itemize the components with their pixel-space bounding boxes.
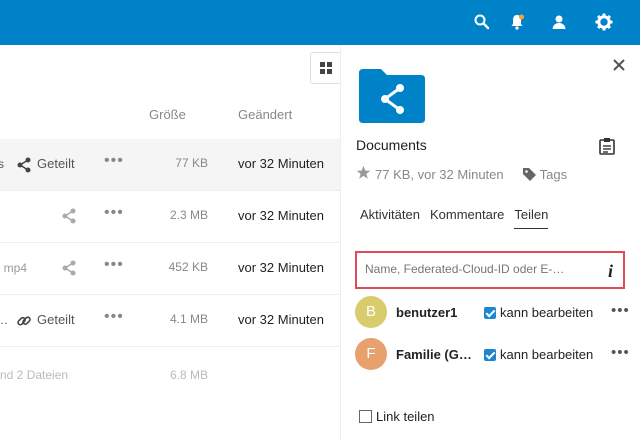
file-name[interactable]: mp4 — [4, 261, 27, 275]
share-more-icon[interactable]: ••• — [611, 344, 630, 361]
tab-activities[interactable]: Aktivitäten — [360, 207, 420, 229]
file-row[interactable]: ••• 2.3 MB vor 32 Minuten — [0, 191, 340, 243]
grid-icon — [320, 62, 332, 74]
share-user-name: benutzer1 — [396, 305, 458, 320]
shared-folder-icon — [359, 67, 425, 126]
checkbox-unchecked-icon[interactable] — [359, 410, 372, 423]
notifications-icon[interactable] — [508, 13, 526, 31]
file-modified: vor 32 Minuten — [238, 208, 324, 223]
info-icon[interactable]: i — [608, 261, 613, 282]
share-icon[interactable] — [61, 208, 77, 227]
contacts-icon[interactable] — [550, 13, 568, 31]
file-meta: 77 KB, vor 32 Minuten Tags — [356, 165, 567, 183]
file-name[interactable]: … — [0, 313, 8, 327]
tag-icon — [522, 167, 536, 181]
checkbox-checked-icon[interactable] — [484, 348, 496, 361]
tab-sharing[interactable]: Teilen — [514, 207, 549, 229]
share-search-box: i — [355, 251, 625, 289]
more-actions-icon[interactable]: ••• — [104, 256, 124, 274]
summary-size: 6.8 MB — [169, 368, 208, 382]
top-bar — [0, 0, 640, 45]
file-size: 4.1 MB — [169, 312, 208, 326]
more-actions-icon[interactable]: ••• — [104, 308, 124, 326]
shared-label[interactable]: Geteilt — [37, 312, 75, 327]
can-edit-label[interactable]: kann bearbeiten — [500, 305, 593, 320]
close-icon[interactable] — [611, 57, 627, 73]
size-column-header[interactable]: Größe — [149, 107, 186, 122]
details-sidebar: Documents 77 KB, vor 32 Minuten Tags Akt… — [340, 45, 640, 441]
file-summary: nd 2 Dateien 6.8 MB — [0, 363, 340, 393]
file-size: 452 KB — [168, 260, 208, 274]
file-size: 77 KB — [175, 156, 208, 170]
file-meta-text: 77 KB, vor 32 Minuten — [375, 166, 504, 182]
link-icon[interactable] — [16, 313, 32, 329]
share-icon[interactable] — [61, 260, 77, 279]
more-actions-icon[interactable]: ••• — [104, 152, 124, 170]
file-modified: vor 32 Minuten — [238, 312, 324, 327]
file-name[interactable]: s — [0, 157, 4, 171]
star-icon[interactable] — [356, 165, 371, 183]
more-actions-icon[interactable]: ••• — [104, 204, 124, 222]
link-share-checkbox[interactable]: Link teilen — [359, 409, 435, 424]
file-row[interactable]: … Geteilt ••• 4.1 MB vor 32 Minuten — [0, 295, 340, 347]
summary-text: nd 2 Dateien — [0, 368, 69, 382]
share-entry: B benutzer1 kann bearbeiten ••• — [355, 296, 640, 330]
shared-label[interactable]: Geteilt — [37, 156, 75, 171]
can-edit-label[interactable]: kann bearbeiten — [500, 347, 593, 362]
file-row[interactable]: s Geteilt ••• 77 KB vor 32 Minuten — [0, 139, 340, 191]
can-edit-checkbox[interactable]: kann bearbeiten — [484, 347, 593, 362]
avatar: F — [355, 338, 387, 370]
file-size: 2.3 MB — [169, 208, 208, 222]
grid-view-button[interactable] — [310, 52, 340, 84]
tags-label: Tags — [539, 166, 568, 182]
share-group-name: Familie (G… — [396, 347, 472, 362]
sidebar-tabs: Aktivitäten Kommentare Teilen — [360, 207, 549, 229]
clipboard-icon[interactable] — [599, 137, 615, 158]
search-icon[interactable] — [473, 13, 491, 31]
checkbox-checked-icon[interactable] — [484, 306, 496, 319]
file-modified: vor 32 Minuten — [238, 156, 324, 171]
can-edit-checkbox[interactable]: kann bearbeiten — [484, 305, 593, 320]
modified-column-header[interactable]: Geändert — [238, 107, 292, 122]
file-modified: vor 32 Minuten — [238, 260, 324, 275]
file-list: Größe Geändert s Geteilt ••• 77 KB vor 3… — [0, 45, 340, 441]
share-more-icon[interactable]: ••• — [611, 302, 630, 319]
tags-button[interactable]: Tags — [522, 167, 567, 182]
link-share-label[interactable]: Link teilen — [376, 409, 435, 424]
settings-icon[interactable] — [595, 13, 613, 31]
file-title: Documents — [356, 137, 427, 153]
share-search-input[interactable] — [365, 262, 600, 276]
file-row[interactable]: mp4 ••• 452 KB vor 32 Minuten — [0, 243, 340, 295]
tab-comments[interactable]: Kommentare — [430, 207, 504, 229]
share-entry: F Familie (G… kann bearbeiten ••• — [355, 338, 640, 372]
share-icon[interactable] — [16, 157, 32, 173]
avatar: B — [355, 296, 387, 328]
